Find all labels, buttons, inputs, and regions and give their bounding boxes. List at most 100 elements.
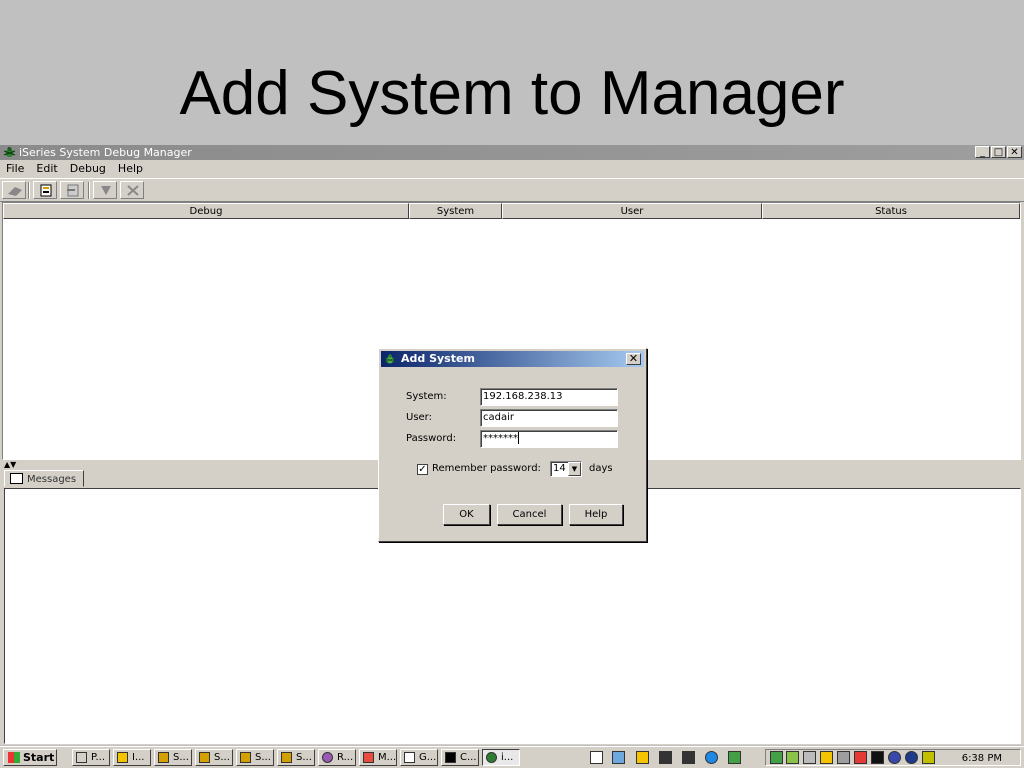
toolbar-separator (28, 182, 30, 199)
browser-icon[interactable] (705, 751, 718, 764)
taskbar-item[interactable]: S... (195, 749, 233, 766)
volume-icon[interactable] (803, 751, 816, 764)
window-icon (404, 752, 415, 763)
taskbar-item-label: P... (91, 752, 106, 763)
splitter-arrows-icon[interactable]: ▲▼ (4, 461, 16, 469)
network-icon[interactable] (786, 751, 799, 764)
bug-icon (3, 147, 16, 157)
taskbar-item-label: i... (501, 752, 514, 763)
remember-password-label: Remember password: (432, 463, 541, 474)
system-input[interactable]: 192.168.238.13 (480, 388, 618, 406)
dialog-titlebar[interactable]: Add System ✕ (381, 351, 644, 367)
menu-help[interactable]: Help (112, 160, 149, 178)
bug-icon (384, 354, 396, 364)
start-button[interactable]: Start (3, 749, 57, 766)
tray-app-icon[interactable] (905, 751, 918, 764)
menu-bar: File Edit Debug Help (0, 160, 1024, 178)
chevron-down-icon[interactable]: ▼ (568, 462, 581, 476)
messages-icon (10, 473, 23, 484)
connect-icon (8, 187, 22, 196)
taskbar-item[interactable]: C... (441, 749, 479, 766)
taskbar-item[interactable]: S... (277, 749, 315, 766)
taskbar-item[interactable]: i... (482, 749, 520, 766)
quicklaunch-icon[interactable] (636, 751, 649, 764)
column-header-debug[interactable]: Debug (3, 203, 409, 219)
taskbar-item[interactable]: P... (72, 749, 110, 766)
taskbar-item-label: S... (214, 752, 230, 763)
days-select[interactable]: 14 ▼ (550, 461, 582, 477)
tab-messages-label: Messages (27, 474, 77, 485)
user-input[interactable]: cadair (480, 409, 618, 427)
connect-button[interactable] (2, 181, 26, 199)
taskbar-item-label: R... (337, 752, 354, 763)
toolbar (0, 178, 1024, 202)
taskbar-item-label: S... (255, 752, 271, 763)
menu-file[interactable]: File (0, 160, 30, 178)
quicklaunch-icon[interactable] (590, 751, 603, 764)
window-icon (363, 752, 374, 763)
cancel-button[interactable]: Cancel (497, 504, 562, 525)
password-input[interactable]: ******* (480, 430, 618, 448)
taskbar-item[interactable]: R... (318, 749, 356, 766)
remove-system-button[interactable] (60, 181, 84, 199)
taskbar-item[interactable]: M... (359, 749, 397, 766)
maximize-button[interactable]: □ (991, 146, 1006, 158)
tray-app-icon[interactable] (837, 751, 850, 764)
dialog-title: Add System (401, 352, 475, 365)
add-system-icon (40, 184, 52, 197)
clock[interactable]: 6:38 PM (962, 752, 1002, 766)
network-icon[interactable] (770, 751, 783, 764)
remove-system-icon (67, 184, 79, 197)
taskbar-item[interactable]: G... (400, 749, 438, 766)
taskbar-item-label: S... (173, 752, 189, 763)
taskbar-item-label: M... (378, 752, 397, 763)
start-debug-icon (101, 186, 111, 195)
days-label: days (589, 463, 613, 474)
start-label: Start (23, 751, 55, 764)
taskbar-item-label: S... (296, 752, 312, 763)
taskbar-item[interactable]: I... (113, 749, 151, 766)
start-debug-button[interactable] (93, 181, 117, 199)
system-label: System: (406, 391, 447, 402)
tab-messages[interactable]: Messages (4, 470, 84, 487)
add-system-button[interactable] (33, 181, 57, 199)
window-icon (117, 752, 128, 763)
stop-debug-button[interactable] (120, 181, 144, 199)
tray-app-icon[interactable] (888, 751, 901, 764)
window-icon (281, 752, 292, 763)
minimize-button[interactable]: _ (975, 146, 990, 158)
system-tray: 6:38 PM (765, 749, 1021, 766)
quicklaunch-icon[interactable] (728, 751, 741, 764)
password-value: ******* (483, 433, 518, 444)
remember-password-checkbox[interactable]: ✓ (417, 464, 428, 475)
column-header-status[interactable]: Status (762, 203, 1020, 219)
window-icon (322, 752, 333, 763)
text-caret (518, 432, 519, 444)
tray-app-icon[interactable] (922, 751, 935, 764)
menu-debug[interactable]: Debug (64, 160, 112, 178)
dialog-close-button[interactable]: ✕ (626, 353, 641, 365)
password-label: Password: (406, 433, 457, 444)
menu-edit[interactable]: Edit (30, 160, 63, 178)
quicklaunch-icon[interactable] (612, 751, 625, 764)
ok-button[interactable]: OK (443, 504, 490, 525)
taskbar-item[interactable]: S... (236, 749, 274, 766)
column-header-system[interactable]: System (409, 203, 502, 219)
help-button[interactable]: Help (569, 504, 623, 525)
monitor-icon[interactable] (871, 751, 884, 764)
taskbar-item[interactable]: S... (154, 749, 192, 766)
window-titlebar[interactable]: iSeries System Debug Manager _ □ ✕ (0, 145, 1024, 160)
tray-app-icon[interactable] (820, 751, 833, 764)
window-icon (76, 752, 87, 763)
taskbar-item-label: C... (460, 752, 477, 763)
quicklaunch-icon[interactable] (682, 751, 695, 764)
taskbar: Start P... I... S... S... S... S... R...… (0, 746, 1024, 768)
window-icon (158, 752, 169, 763)
column-header-user[interactable]: User (502, 203, 762, 219)
toolbar-separator (88, 182, 90, 199)
quicklaunch-icon[interactable] (659, 751, 672, 764)
window-icon (240, 752, 251, 763)
zonealarm-icon[interactable] (854, 751, 867, 764)
close-button[interactable]: ✕ (1007, 146, 1022, 158)
taskbar-item-label: I... (132, 752, 145, 763)
